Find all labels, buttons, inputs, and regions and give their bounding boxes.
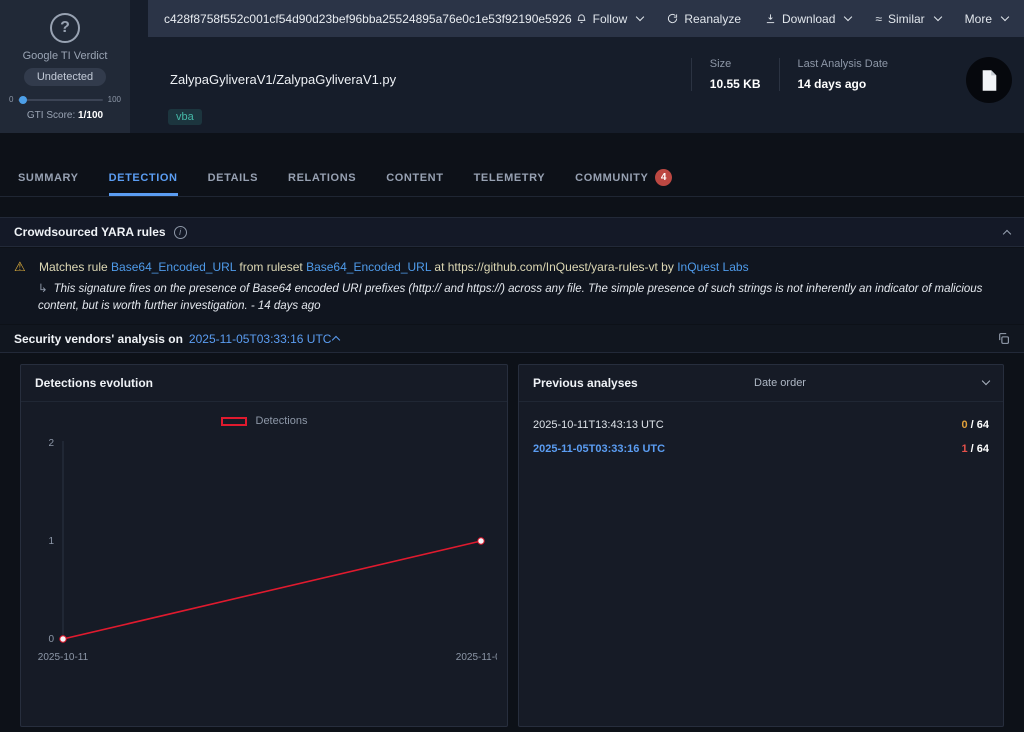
similar-button[interactable]: ≈ Similar (875, 12, 940, 26)
gti-score-slider: 0 100 (9, 95, 121, 104)
previous-analyses-panel: Previous analyses Date order 2025-10-11T… (518, 364, 1004, 727)
yara-section-title: Crowdsourced YARA rules (14, 225, 166, 239)
file-hash: c428f8758f552c001cf54d90d23bef96bba25524… (164, 12, 572, 26)
yara-match-block: ⚠ Matches rule Base64_Encoded_URL from r… (0, 248, 1024, 324)
verdict-badge: Undetected (24, 68, 106, 86)
chart-title: Detections evolution (35, 376, 153, 390)
tab-telemetry[interactable]: TELEMETRY (474, 159, 546, 196)
community-count-badge: 4 (655, 169, 672, 186)
file-size-block: Size 10.55 KB (691, 58, 779, 91)
report-tabs: SUMMARY DETECTION DETAILS RELATIONS CONT… (0, 159, 1024, 197)
tag-row: vba (168, 107, 202, 125)
chevron-down-icon (844, 12, 852, 20)
chart-legend[interactable]: Detections (21, 415, 507, 427)
ruleset-link[interactable]: Base64_Encoded_URL (306, 260, 431, 274)
yara-match-line: ⚠ Matches rule Base64_Encoded_URL from r… (14, 258, 1010, 276)
previous-analyses-title: Previous analyses (533, 376, 638, 390)
verdict-title: Google TI Verdict (23, 50, 108, 62)
download-button[interactable]: Download (765, 12, 851, 26)
yara-rules-section-bar[interactable]: Crowdsourced YARA rules i (0, 217, 1024, 247)
warning-icon: ⚠ (14, 259, 26, 274)
document-icon (981, 70, 998, 91)
match-middle: from ruleset (239, 260, 302, 274)
collapse-chevron-icon[interactable] (332, 336, 340, 344)
last-analysis-value: 14 days ago (798, 77, 889, 91)
yara-rule-description: ↳This signature fires on the presence of… (14, 281, 1010, 314)
analysis-row[interactable]: 2025-11-05T03:33:16 UTC 1/ 64 (519, 437, 1003, 461)
tab-relations[interactable]: RELATIONS (288, 159, 356, 196)
tab-content[interactable]: CONTENT (386, 159, 443, 196)
svg-text:0: 0 (48, 634, 54, 645)
analysis-score: 1/ 64 (962, 443, 989, 455)
chevron-down-icon (1001, 12, 1009, 20)
slider-max-label: 100 (108, 95, 121, 104)
chart-panel-header: Detections evolution (21, 365, 507, 402)
tab-detection[interactable]: DETECTION (109, 159, 178, 196)
vendors-analysis-title: Security vendors' analysis on (14, 332, 183, 346)
reanalyze-icon (667, 13, 678, 24)
bell-icon (576, 13, 587, 25)
previous-analyses-header: Previous analyses Date order (519, 365, 1003, 402)
detections-evolution-panel: Detections evolution Detections 0 1 2 2025-… (20, 364, 508, 727)
file-info-area: c428f8758f552c001cf54d90d23bef96bba25524… (130, 0, 1024, 133)
author-link[interactable]: InQuest Labs (677, 260, 748, 274)
tab-details[interactable]: DETAILS (208, 159, 258, 196)
follow-button[interactable]: Follow (576, 12, 644, 26)
tab-community[interactable]: COMMUNITY 4 (575, 159, 672, 196)
file-path: ZalypaGyliveraV1/ZalypaGyliveraV1.py (170, 72, 396, 87)
chevron-down-icon (636, 12, 644, 20)
match-suffix: at https://github.com/InQuest/yara-rules… (434, 260, 673, 274)
file-type-icon-button[interactable] (966, 57, 1012, 103)
collapse-chevron-icon[interactable] (1003, 229, 1011, 237)
slider-dot (19, 96, 27, 104)
gti-verdict-panel: ? Google TI Verdict Undetected 0 100 GTI… (0, 0, 130, 133)
legend-label: Detections (256, 415, 308, 427)
return-arrow-icon: ↳ (38, 283, 48, 295)
gti-score: GTI Score: 1/100 (27, 110, 103, 121)
slider-min-label: 0 (9, 95, 13, 104)
size-label: Size (710, 58, 761, 70)
svg-text:2: 2 (48, 438, 54, 449)
file-tag-vba[interactable]: vba (168, 109, 202, 125)
more-button[interactable]: More (965, 12, 1008, 26)
last-analysis-block: Last Analysis Date 14 days ago (779, 58, 907, 91)
legend-swatch (221, 417, 247, 426)
analysis-panels: Detections evolution Detections 0 1 2 2025-… (0, 360, 1024, 732)
chevron-down-icon (982, 377, 990, 385)
date-order-select[interactable]: Date order (754, 377, 989, 389)
tab-summary[interactable]: SUMMARY (18, 159, 79, 196)
match-prefix: Matches rule (39, 260, 108, 274)
gti-score-value: 1/100 (78, 110, 103, 121)
rule-link[interactable]: Base64_Encoded_URL (111, 260, 236, 274)
vendors-analysis-section-bar[interactable]: Security vendors' analysis on 2025-11-05… (0, 325, 1024, 353)
slider-track (18, 99, 102, 101)
detections-evolution-chart: 0 1 2 2025-10-11 2025-11-05 (27, 431, 497, 669)
size-value: 10.55 KB (710, 77, 761, 91)
file-report-header: ? Google TI Verdict Undetected 0 100 GTI… (0, 0, 1024, 133)
file-meta: Size 10.55 KB Last Analysis Date 14 days… (691, 58, 906, 91)
analysis-date: 2025-11-05T03:33:16 UTC (533, 443, 665, 455)
svg-text:2025-11-05: 2025-11-05 (456, 652, 497, 663)
previous-analyses-list: 2025-10-11T13:43:13 UTC 0/ 64 2025-11-05… (519, 402, 1003, 461)
question-mark-icon[interactable]: ? (50, 13, 80, 43)
chevron-down-icon (933, 12, 941, 20)
reanalyze-button[interactable]: Reanalyze (667, 12, 741, 26)
svg-text:1: 1 (48, 536, 54, 547)
similar-icon: ≈ (875, 12, 882, 26)
analysis-row[interactable]: 2025-10-11T13:43:13 UTC 0/ 64 (519, 413, 1003, 437)
analysis-score: 0/ 64 (962, 419, 989, 431)
last-analysis-label: Last Analysis Date (798, 58, 889, 70)
analysis-date: 2025-10-11T13:43:13 UTC (533, 419, 664, 431)
hash-bar: c428f8758f552c001cf54d90d23bef96bba25524… (148, 0, 1024, 37)
analysis-timestamp[interactable]: 2025-11-05T03:33:16 UTC (189, 332, 332, 346)
date-order-label: Date order (754, 377, 806, 389)
info-icon[interactable]: i (174, 226, 187, 239)
svg-text:2025-10-11: 2025-10-11 (38, 652, 89, 663)
hash-actions: Follow Reanalyze Download ≈ Similar (576, 12, 1008, 26)
download-icon (765, 13, 776, 24)
gti-score-label: GTI Score: (27, 110, 75, 121)
copy-icon[interactable] (997, 332, 1010, 345)
